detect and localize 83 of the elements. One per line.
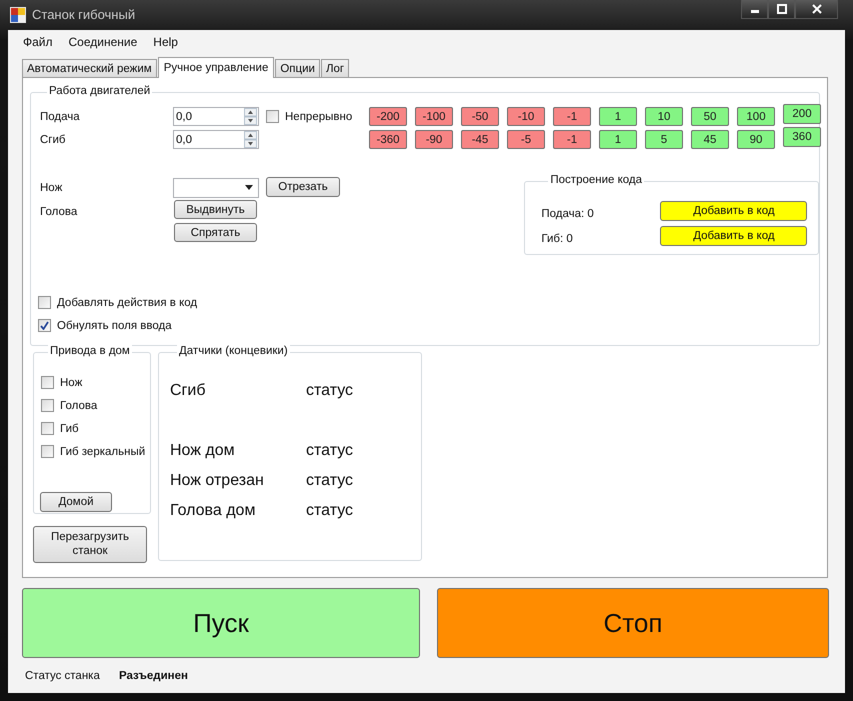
step-button[interactable]: -45: [461, 130, 499, 149]
dropdown-field[interactable]: [173, 178, 259, 198]
dropdown-arrow-icon: [245, 185, 253, 190]
sensor-name: Голова дом: [170, 502, 256, 520]
spinner-arrows-icon: [244, 131, 257, 148]
app-icon: [10, 7, 26, 23]
close-icon: [812, 4, 822, 14]
field-label: Сгиб: [40, 134, 67, 146]
step-button[interactable]: -10: [507, 107, 545, 126]
field-label: Нож: [40, 182, 64, 194]
tab[interactable]: Лог: [320, 59, 350, 77]
status-value: Разъединен: [119, 670, 188, 682]
status-label: Статус станка: [25, 670, 101, 682]
checkbox[interactable]: [38, 296, 51, 309]
group-title: Датчики (концевики): [177, 345, 290, 357]
reload-button[interactable]: Перезагрузить станок: [33, 526, 147, 563]
close-button[interactable]: [795, 0, 838, 19]
checkbox-label: Голова: [60, 400, 98, 412]
add-to-code-button[interactable]: Добавить в код: [660, 200, 808, 220]
field-label: Подача: [40, 110, 81, 122]
window-title: Станок гибочный: [32, 6, 136, 22]
checkbox[interactable]: [41, 422, 54, 435]
checkbox-label: Гиб: [60, 422, 79, 434]
step-button[interactable]: -200: [369, 107, 407, 126]
tab[interactable]: Автоматический режим: [22, 59, 157, 77]
step-button[interactable]: -360: [369, 130, 407, 149]
step-button[interactable]: 10: [645, 107, 683, 126]
group-title: Построение кода: [548, 174, 644, 186]
head-button[interactable]: Выдвинуть: [174, 200, 257, 219]
step-button[interactable]: 45: [691, 130, 729, 149]
maximize-icon: [776, 4, 786, 14]
head-button[interactable]: Спрятать: [174, 223, 257, 242]
home-button[interactable]: Домой: [40, 492, 112, 512]
checkbox[interactable]: [41, 376, 54, 389]
value-label: Гиб: 0: [541, 232, 574, 244]
sensor-name: Нож отрезан: [170, 472, 265, 490]
group-title: Привода в дом: [48, 345, 132, 357]
cut-button[interactable]: Отрезать: [266, 176, 340, 196]
checkbox-label: Нож: [60, 376, 82, 388]
sensor-status: статус: [306, 442, 354, 460]
sensor-name: Нож дом: [170, 442, 236, 460]
spinner-arrows-icon: [244, 108, 257, 125]
checkbox[interactable]: [41, 399, 54, 412]
step-button[interactable]: 1: [599, 130, 637, 149]
value-label: Подача: 0: [541, 208, 595, 220]
number-field[interactable]: 0,0: [173, 130, 259, 149]
step-button[interactable]: -1: [553, 107, 591, 126]
sensor-status: статус: [306, 502, 354, 520]
step-button[interactable]: -50: [461, 107, 499, 126]
field-label: Голова: [40, 206, 78, 220]
stop-button[interactable]: Стоп: [437, 588, 829, 658]
step-button[interactable]: -100: [415, 107, 453, 126]
group-title: Работа двигателей: [47, 85, 152, 97]
menu-item[interactable]: Соединение: [62, 35, 144, 49]
step-button[interactable]: -5: [507, 130, 545, 149]
tab[interactable]: Ручное управление: [158, 57, 274, 78]
step-button[interactable]: 1: [599, 107, 637, 126]
number-field[interactable]: 0,0: [173, 107, 259, 126]
step-button[interactable]: 100: [737, 107, 775, 126]
start-button[interactable]: Пуск: [22, 588, 420, 658]
sensor-status: статус: [306, 472, 354, 490]
minimize-button[interactable]: [741, 0, 768, 19]
add-to-code-button[interactable]: Добавить в код: [660, 226, 808, 246]
sensor-name: Сгиб: [170, 382, 206, 400]
step-button[interactable]: 50: [691, 107, 729, 126]
checkbox[interactable]: [266, 110, 279, 123]
step-button[interactable]: -90: [415, 130, 453, 149]
checkbox[interactable]: [41, 445, 54, 458]
checkbox-label: Непрерывно: [285, 110, 352, 122]
step-button[interactable]: 200: [783, 104, 821, 124]
step-button[interactable]: 90: [737, 130, 775, 149]
step-button[interactable]: 5: [645, 130, 683, 149]
tab[interactable]: Опции: [275, 59, 320, 77]
menu-item[interactable]: Help: [146, 35, 185, 49]
checkbox-label: Гиб зеркальный: [60, 446, 146, 458]
checkbox-label: Добавлять действия в код: [57, 296, 198, 308]
checkbox-label: Обнулять поля ввода: [57, 320, 172, 332]
maximize-button[interactable]: [768, 0, 795, 19]
step-button[interactable]: 360: [783, 127, 821, 147]
sensor-status: статус: [306, 382, 354, 400]
step-button[interactable]: -1: [553, 130, 591, 149]
checkbox[interactable]: [38, 319, 51, 332]
menu-item[interactable]: Файл: [16, 35, 60, 49]
